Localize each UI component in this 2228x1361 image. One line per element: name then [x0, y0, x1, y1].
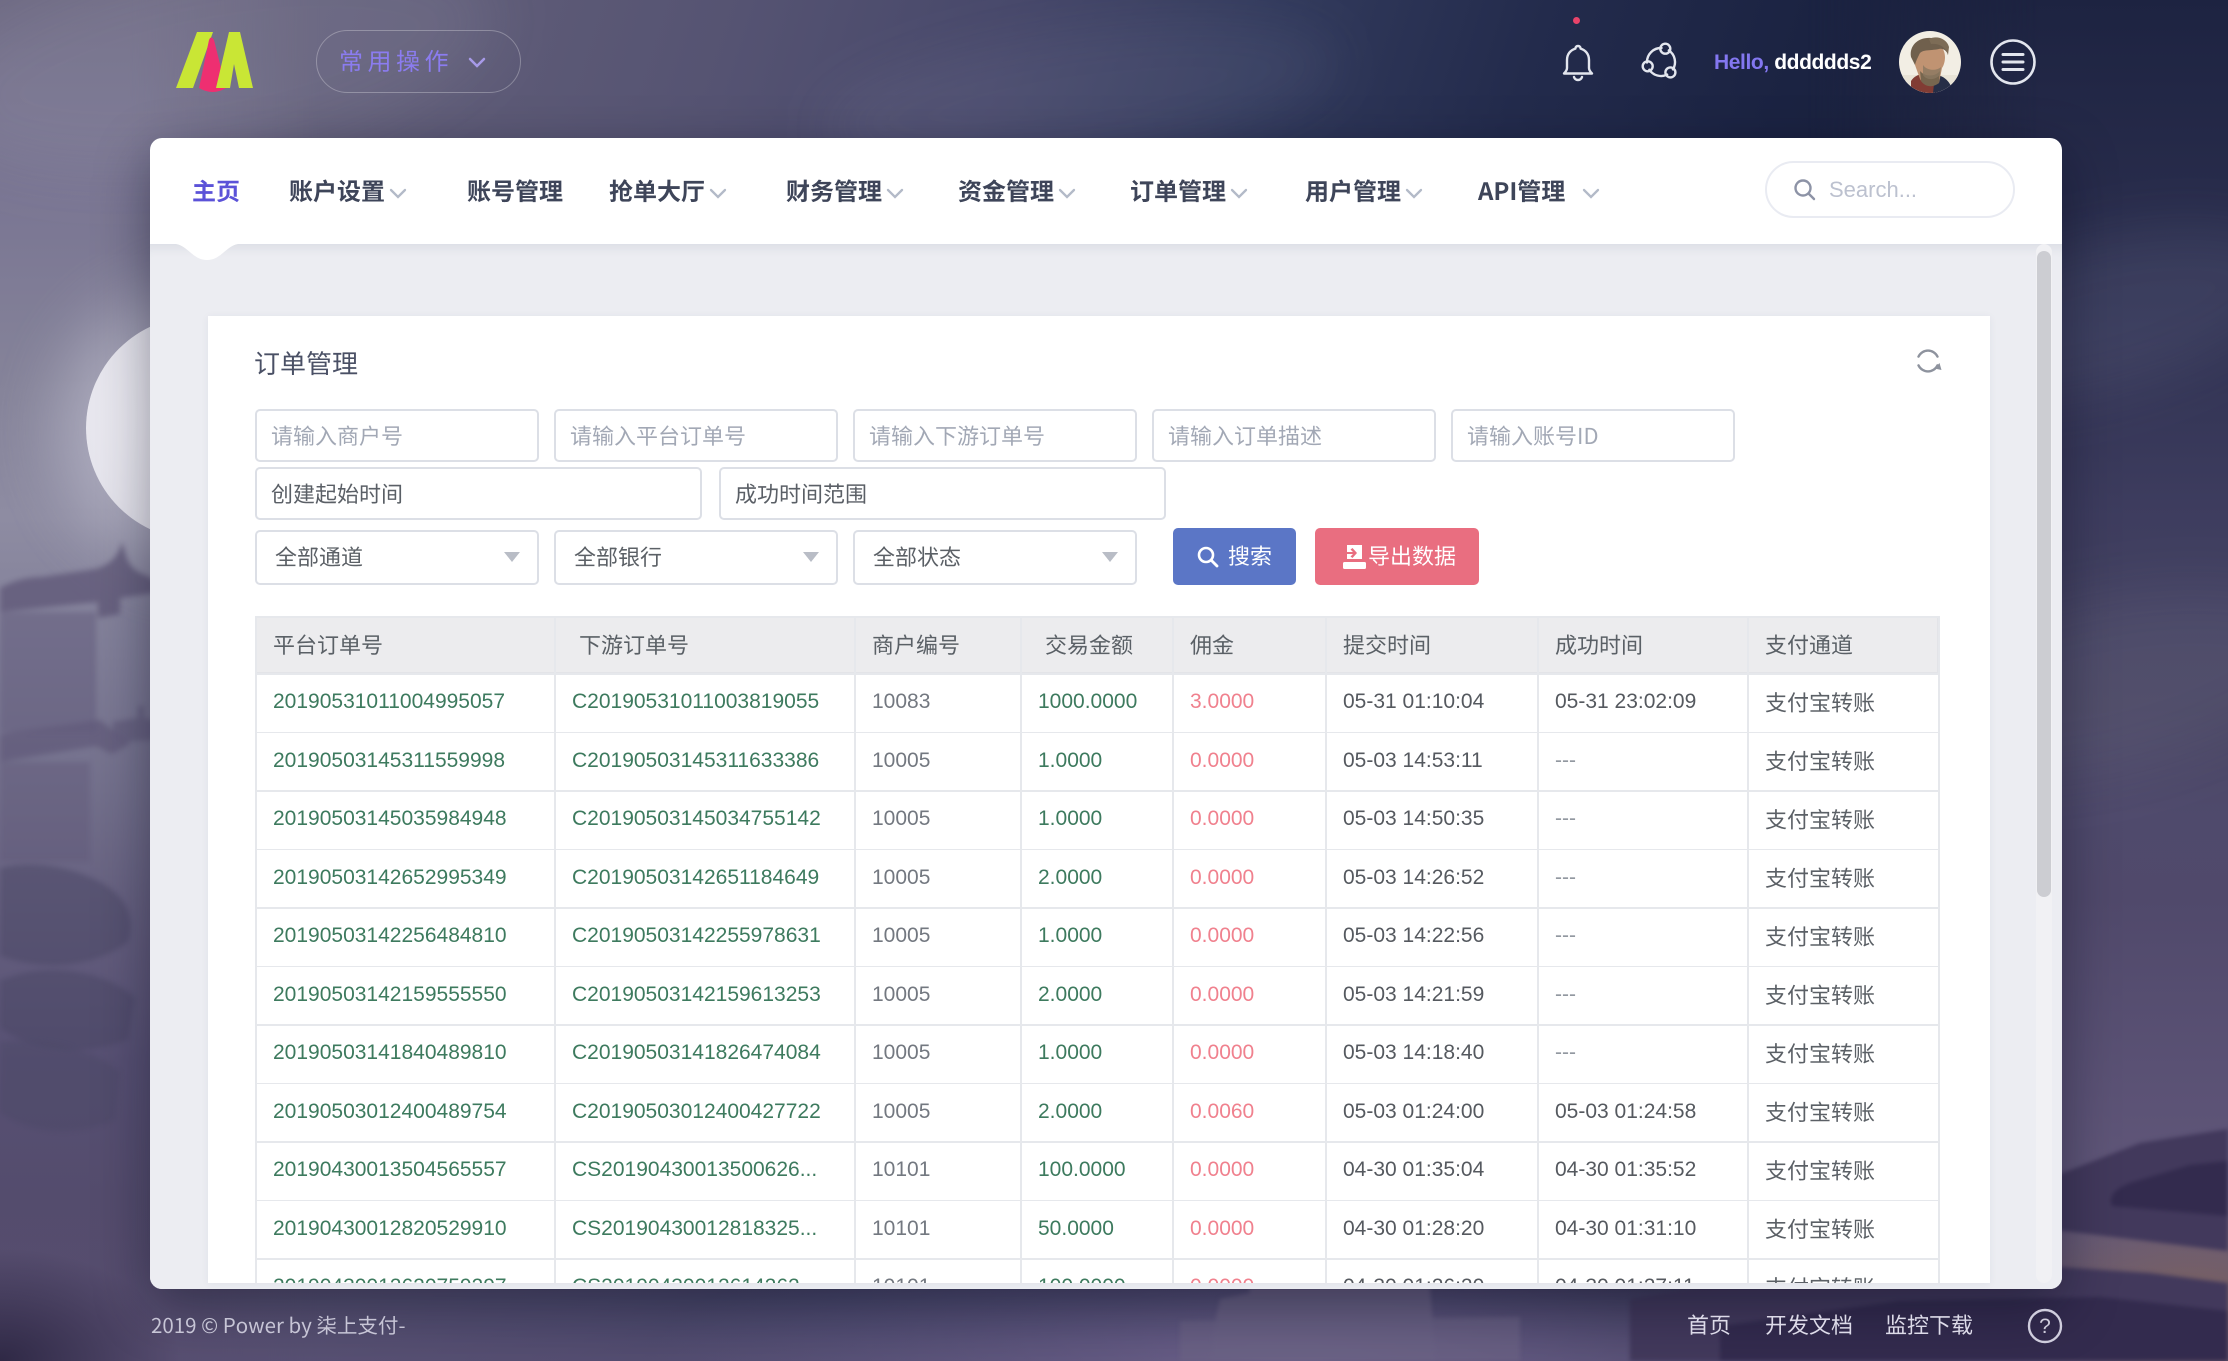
svg-text:?: ?	[2039, 1315, 2051, 1338]
